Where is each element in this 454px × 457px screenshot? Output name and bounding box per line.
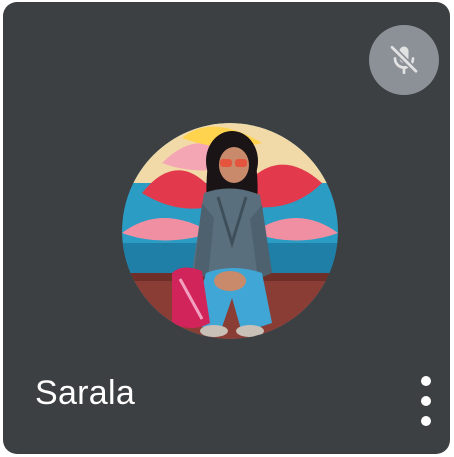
mic-off-icon	[389, 44, 419, 75]
participant-tile[interactable]: Sarala	[3, 2, 450, 454]
profile-photo	[122, 123, 338, 339]
more-vert-icon-dot	[421, 396, 431, 406]
more-vert-icon-dot	[421, 416, 431, 426]
participant-name: Sarala	[35, 374, 136, 412]
more-options-button[interactable]	[411, 374, 441, 428]
more-vert-icon-dot	[421, 376, 431, 386]
avatar	[122, 123, 338, 339]
mic-off-badge	[369, 25, 439, 95]
